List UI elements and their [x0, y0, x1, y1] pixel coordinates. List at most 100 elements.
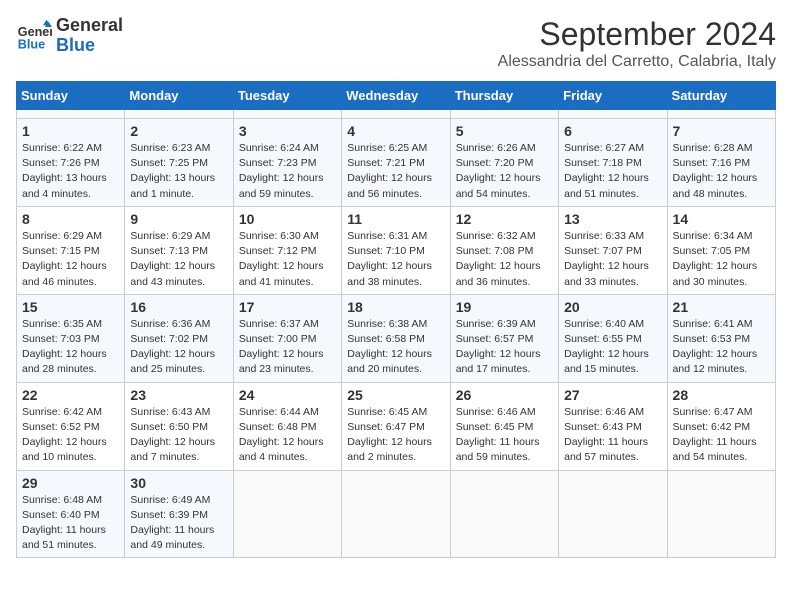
day-number: 3 [239, 123, 336, 139]
day-number: 5 [456, 123, 553, 139]
day-number: 8 [22, 211, 119, 227]
calendar-subtitle: Alessandria del Carretto, Calabria, Ital… [498, 53, 776, 71]
calendar-cell: 3 Sunrise: 6:24 AMSunset: 7:23 PMDaylight… [233, 119, 341, 207]
col-header-monday: Monday [125, 82, 233, 110]
calendar-cell [342, 470, 450, 558]
calendar-cell: 10 Sunrise: 6:30 AMSunset: 7:12 PMDayligh… [233, 206, 341, 294]
week-row-1: 1Sunrise: 6:22 AMSunset: 7:26 PMDaylight… [17, 119, 776, 207]
day-number: 27 [564, 387, 661, 403]
week-row-0 [17, 110, 776, 119]
day-number: 7 [673, 123, 770, 139]
day-detail: Sunrise: 6:23 AMSunset: 7:25 PMDaylight:… [130, 141, 227, 202]
day-number: 10 [239, 211, 336, 227]
day-detail: Sunrise: 6:36 AMSunset: 7:02 PMDaylight:… [130, 317, 227, 378]
week-row-4: 22 Sunrise: 6:42 AMSunset: 6:52 PMDayligh… [17, 382, 776, 470]
day-detail: Sunrise: 6:47 AMSunset: 6:42 PMDaylight:… [673, 405, 770, 466]
day-detail: Sunrise: 6:44 AMSunset: 6:48 PMDaylight:… [239, 405, 336, 466]
day-number: 29 [22, 475, 119, 491]
calendar-cell: 23Sunrise: 6:43 AMSunset: 6:50 PMDayligh… [125, 382, 233, 470]
day-detail: Sunrise: 6:30 AMSunset: 7:12 PMDaylight:… [239, 229, 336, 290]
day-detail: Sunrise: 6:33 AMSunset: 7:07 PMDaylight:… [564, 229, 661, 290]
day-detail: Sunrise: 6:49 AMSunset: 6:39 PMDaylight:… [130, 493, 227, 554]
day-number: 14 [673, 211, 770, 227]
day-detail: Sunrise: 6:42 AMSunset: 6:52 PMDaylight:… [22, 405, 119, 466]
calendar-cell: 12 Sunrise: 6:32 AMSunset: 7:08 PMDayligh… [450, 206, 558, 294]
day-detail: Sunrise: 6:29 AMSunset: 7:13 PMDaylight:… [130, 229, 227, 290]
day-detail: Sunrise: 6:32 AMSunset: 7:08 PMDaylight:… [456, 229, 553, 290]
calendar-cell [667, 110, 775, 119]
title-block: September 2024 Alessandria del Carretto,… [498, 16, 776, 71]
calendar-header-row: SundayMondayTuesdayWednesdayThursdayFrid… [17, 82, 776, 110]
calendar-cell: 30Sunrise: 6:49 AMSunset: 6:39 PMDayligh… [125, 470, 233, 558]
day-number: 18 [347, 299, 444, 315]
calendar-table: SundayMondayTuesdayWednesdayThursdayFrid… [16, 81, 776, 558]
day-detail: Sunrise: 6:24 AMSunset: 7:23 PMDaylight:… [239, 141, 336, 202]
calendar-cell [17, 110, 125, 119]
day-number: 26 [456, 387, 553, 403]
day-detail: Sunrise: 6:46 AMSunset: 6:43 PMDaylight:… [564, 405, 661, 466]
calendar-cell: 8 Sunrise: 6:29 AMSunset: 7:15 PMDaylight… [17, 206, 125, 294]
day-number: 21 [673, 299, 770, 315]
calendar-cell: 16 Sunrise: 6:36 AMSunset: 7:02 PMDayligh… [125, 294, 233, 382]
calendar-cell: 25Sunrise: 6:45 AMSunset: 6:47 PMDayligh… [342, 382, 450, 470]
calendar-cell: 14 Sunrise: 6:34 AMSunset: 7:05 PMDayligh… [667, 206, 775, 294]
day-detail: Sunrise: 6:31 AMSunset: 7:10 PMDaylight:… [347, 229, 444, 290]
calendar-cell [233, 110, 341, 119]
calendar-title: September 2024 [498, 16, 776, 53]
day-detail: Sunrise: 6:40 AMSunset: 6:55 PMDaylight:… [564, 317, 661, 378]
day-number: 15 [22, 299, 119, 315]
calendar-cell: 29 Sunrise: 6:48 AMSunset: 6:40 PMDayligh… [17, 470, 125, 558]
col-header-friday: Friday [559, 82, 667, 110]
calendar-cell: 22 Sunrise: 6:42 AMSunset: 6:52 PMDayligh… [17, 382, 125, 470]
calendar-cell: 18Sunrise: 6:38 AMSunset: 6:58 PMDayligh… [342, 294, 450, 382]
day-detail: Sunrise: 6:29 AMSunset: 7:15 PMDaylight:… [22, 229, 119, 290]
logo-text: General Blue [56, 16, 123, 56]
calendar-cell [450, 470, 558, 558]
col-header-sunday: Sunday [17, 82, 125, 110]
day-detail: Sunrise: 6:34 AMSunset: 7:05 PMDaylight:… [673, 229, 770, 290]
calendar-cell: 11 Sunrise: 6:31 AMSunset: 7:10 PMDayligh… [342, 206, 450, 294]
calendar-cell [559, 470, 667, 558]
day-detail: Sunrise: 6:41 AMSunset: 6:53 PMDaylight:… [673, 317, 770, 378]
day-number: 9 [130, 211, 227, 227]
page-header: General Blue General Blue September 2024… [16, 16, 776, 71]
day-detail: Sunrise: 6:35 AMSunset: 7:03 PMDaylight:… [22, 317, 119, 378]
day-number: 4 [347, 123, 444, 139]
day-number: 17 [239, 299, 336, 315]
logo: General Blue General Blue [16, 16, 123, 56]
day-number: 22 [22, 387, 119, 403]
calendar-cell: 26Sunrise: 6:46 AMSunset: 6:45 PMDayligh… [450, 382, 558, 470]
calendar-cell: 5 Sunrise: 6:26 AMSunset: 7:20 PMDaylight… [450, 119, 558, 207]
day-detail: Sunrise: 6:48 AMSunset: 6:40 PMDaylight:… [22, 493, 119, 554]
calendar-cell [342, 110, 450, 119]
day-number: 23 [130, 387, 227, 403]
day-number: 12 [456, 211, 553, 227]
calendar-cell: 6Sunrise: 6:27 AMSunset: 7:18 PMDaylight… [559, 119, 667, 207]
day-detail: Sunrise: 6:27 AMSunset: 7:18 PMDaylight:… [564, 141, 661, 202]
day-detail: Sunrise: 6:28 AMSunset: 7:16 PMDaylight:… [673, 141, 770, 202]
day-detail: Sunrise: 6:26 AMSunset: 7:20 PMDaylight:… [456, 141, 553, 202]
calendar-cell [450, 110, 558, 119]
col-header-wednesday: Wednesday [342, 82, 450, 110]
col-header-saturday: Saturday [667, 82, 775, 110]
calendar-cell: 17Sunrise: 6:37 AMSunset: 7:00 PMDayligh… [233, 294, 341, 382]
day-number: 20 [564, 299, 661, 315]
logo-icon: General Blue [16, 18, 52, 54]
calendar-cell: 7 Sunrise: 6:28 AMSunset: 7:16 PMDaylight… [667, 119, 775, 207]
col-header-tuesday: Tuesday [233, 82, 341, 110]
calendar-cell: 13Sunrise: 6:33 AMSunset: 7:07 PMDayligh… [559, 206, 667, 294]
week-row-3: 15 Sunrise: 6:35 AMSunset: 7:03 PMDayligh… [17, 294, 776, 382]
calendar-cell: 28Sunrise: 6:47 AMSunset: 6:42 PMDayligh… [667, 382, 775, 470]
calendar-cell: 20 Sunrise: 6:40 AMSunset: 6:55 PMDayligh… [559, 294, 667, 382]
calendar-cell: 1Sunrise: 6:22 AMSunset: 7:26 PMDaylight… [17, 119, 125, 207]
day-number: 16 [130, 299, 227, 315]
day-detail: Sunrise: 6:25 AMSunset: 7:21 PMDaylight:… [347, 141, 444, 202]
calendar-cell: 2Sunrise: 6:23 AMSunset: 7:25 PMDaylight… [125, 119, 233, 207]
svg-text:Blue: Blue [18, 37, 45, 51]
calendar-cell [233, 470, 341, 558]
calendar-cell [559, 110, 667, 119]
col-header-thursday: Thursday [450, 82, 558, 110]
week-row-5: 29 Sunrise: 6:48 AMSunset: 6:40 PMDayligh… [17, 470, 776, 558]
day-number: 25 [347, 387, 444, 403]
day-number: 11 [347, 211, 444, 227]
